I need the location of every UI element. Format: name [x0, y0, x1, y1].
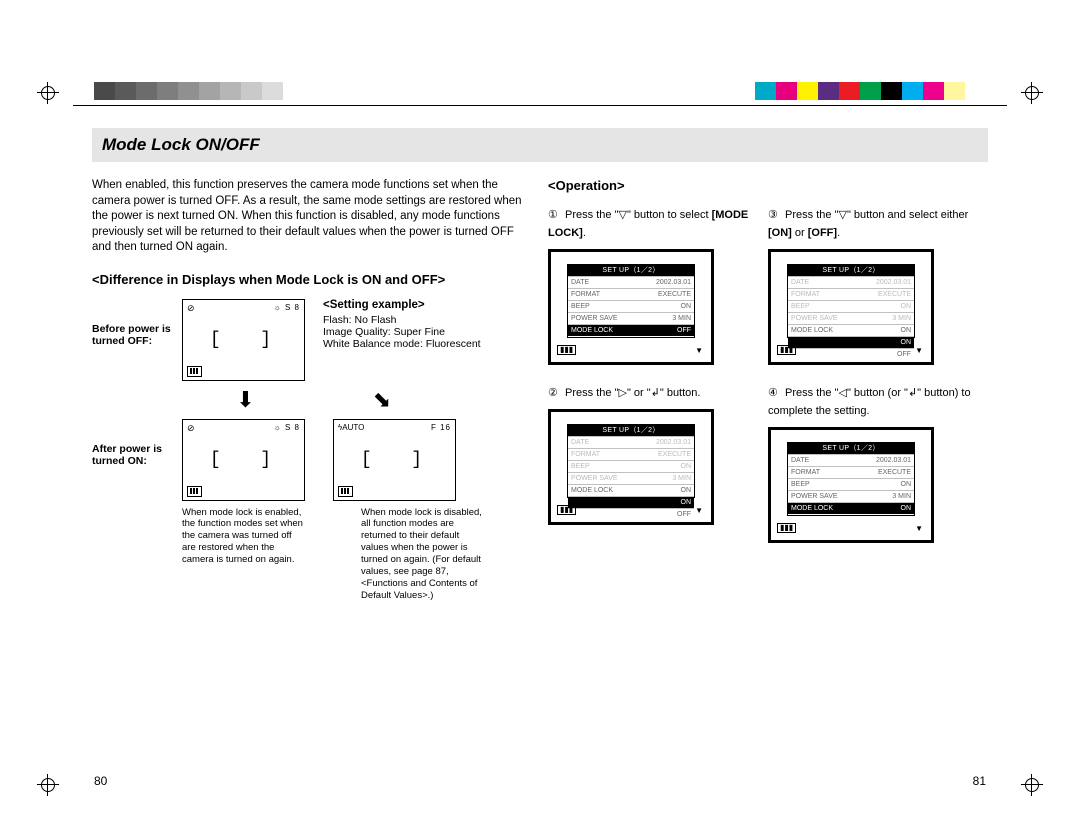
setting-example-line: White Balance mode: Fluorescent: [323, 338, 481, 350]
left-column: When enabled, this function preserves th…: [92, 178, 524, 602]
swatch: [923, 82, 944, 100]
operation-heading: <Operation>: [548, 178, 988, 193]
swatch: [797, 82, 818, 100]
registration-mark-icon: [37, 82, 59, 104]
battery-icon: [338, 486, 353, 497]
swatch: [839, 82, 860, 100]
battery-icon: ▮▮▮: [777, 523, 796, 533]
swatch: [262, 82, 283, 100]
swatch: [881, 82, 902, 100]
swatch: [115, 82, 136, 100]
focus-brackets-icon: [ ]: [334, 450, 455, 470]
battery-icon: ▮▮▮: [557, 505, 576, 515]
menu-lcd: SET UP（1／2）DATE2002.03.01FORMATEXECUTEBE…: [548, 249, 714, 365]
page-content: Mode Lock ON/OFF When enabled, this func…: [92, 128, 988, 764]
swatch: [776, 82, 797, 100]
setting-example-line: Image Quality: Super Fine: [323, 326, 481, 338]
arrow-row: ⬇ ⬊: [184, 387, 582, 413]
swatch: [965, 82, 986, 100]
swatch: [199, 82, 220, 100]
registration-mark-icon: [1021, 774, 1043, 796]
down-triangle-icon: ▼: [695, 346, 703, 355]
lcd-after-off: ϟAUTO F 16 [ ]: [333, 419, 456, 501]
battery-icon: [187, 486, 202, 497]
swatch: [220, 82, 241, 100]
swatch: [94, 82, 115, 100]
battery-icon: ▮▮▮: [557, 345, 576, 355]
down-triangle-icon: ▼: [695, 506, 703, 515]
focus-brackets-icon: [ ]: [183, 450, 304, 470]
operation-step-2: ② Press the "▷" or "↲" button. SET UP（1／…: [548, 383, 768, 543]
swatch: [157, 82, 178, 100]
down-right-arrow-icon: ⬊: [307, 387, 457, 413]
setting-example: <Setting example> Flash: No Flash Image …: [323, 299, 481, 350]
before-label: Before power is turned OFF:: [92, 299, 182, 347]
down-triangle-icon: ▼: [915, 524, 923, 533]
section-title: Mode Lock ON/OFF: [102, 135, 260, 154]
menu-lcd: SET UP（1／2）DATE2002.03.01FORMATEXECUTEBE…: [768, 427, 934, 543]
swatch: [902, 82, 923, 100]
swatch: [136, 82, 157, 100]
swatch: [755, 82, 776, 100]
setting-example-heading: <Setting example>: [323, 299, 481, 311]
battery-icon: [187, 366, 202, 377]
swatch: [818, 82, 839, 100]
lcd-before: ⊘ ☼ S 8 [ ]: [182, 299, 305, 381]
setting-example-line: Flash: No Flash: [323, 314, 481, 326]
operation-step-4: ④ Press the "◁" button (or "↲" button) t…: [768, 383, 988, 543]
operation-step-1: ① Press the "▽" button to select [MODE L…: [548, 205, 768, 365]
swatch: [944, 82, 965, 100]
menu-lcd: SET UP（1／2）DATE2002.03.01FORMATEXECUTEBE…: [548, 409, 714, 525]
lcd-status-text: ☼ S 8: [273, 423, 300, 432]
flash-auto-icon: ϟAUTO: [338, 423, 364, 432]
lcd-after-on: ⊘ ☼ S 8 [ ]: [182, 419, 305, 501]
after-label: After power is turned ON:: [92, 419, 182, 467]
section-title-bar: Mode Lock ON/OFF: [92, 128, 988, 162]
manual-spread: Mode Lock ON/OFF When enabled, this func…: [0, 0, 1080, 834]
swatch: [860, 82, 881, 100]
swatch: [283, 82, 304, 100]
grayscale-swatches: [94, 82, 304, 100]
caption-on: When mode lock is enabled, the function …: [182, 507, 305, 566]
flash-off-icon: ⊘: [187, 303, 195, 314]
down-triangle-icon: ▼: [915, 346, 923, 355]
lcd-status-text: F 16: [431, 423, 451, 432]
operation-step-3: ③ Press the "▽" button and select either…: [768, 205, 988, 365]
lcd-status-text: ☼ S 8: [273, 303, 300, 312]
operation-steps-grid: ① Press the "▽" button to select [MODE L…: [548, 205, 988, 561]
battery-icon: ▮▮▮: [777, 345, 796, 355]
swatch: [178, 82, 199, 100]
color-swatches: [755, 82, 986, 100]
intro-paragraph: When enabled, this function preserves th…: [92, 178, 524, 256]
down-arrow-icon: ⬇: [184, 387, 307, 413]
page-number-left: 80: [94, 774, 107, 788]
right-column: <Operation> ① Press the "▽" button to se…: [548, 178, 988, 602]
menu-lcd: SET UP（1／2）DATE2002.03.01FORMATEXECUTEBE…: [768, 249, 934, 365]
flash-off-icon: ⊘: [187, 423, 195, 434]
swatch: [241, 82, 262, 100]
registration-mark-icon: [37, 774, 59, 796]
registration-mark-icon: [1021, 82, 1043, 104]
caption-off: When mode lock is disabled, all function…: [361, 507, 489, 602]
page-number-right: 81: [973, 774, 986, 788]
focus-brackets-icon: [ ]: [183, 330, 304, 350]
difference-heading: <Difference in Displays when Mode Lock i…: [92, 272, 524, 287]
rule-line: [73, 105, 1007, 106]
